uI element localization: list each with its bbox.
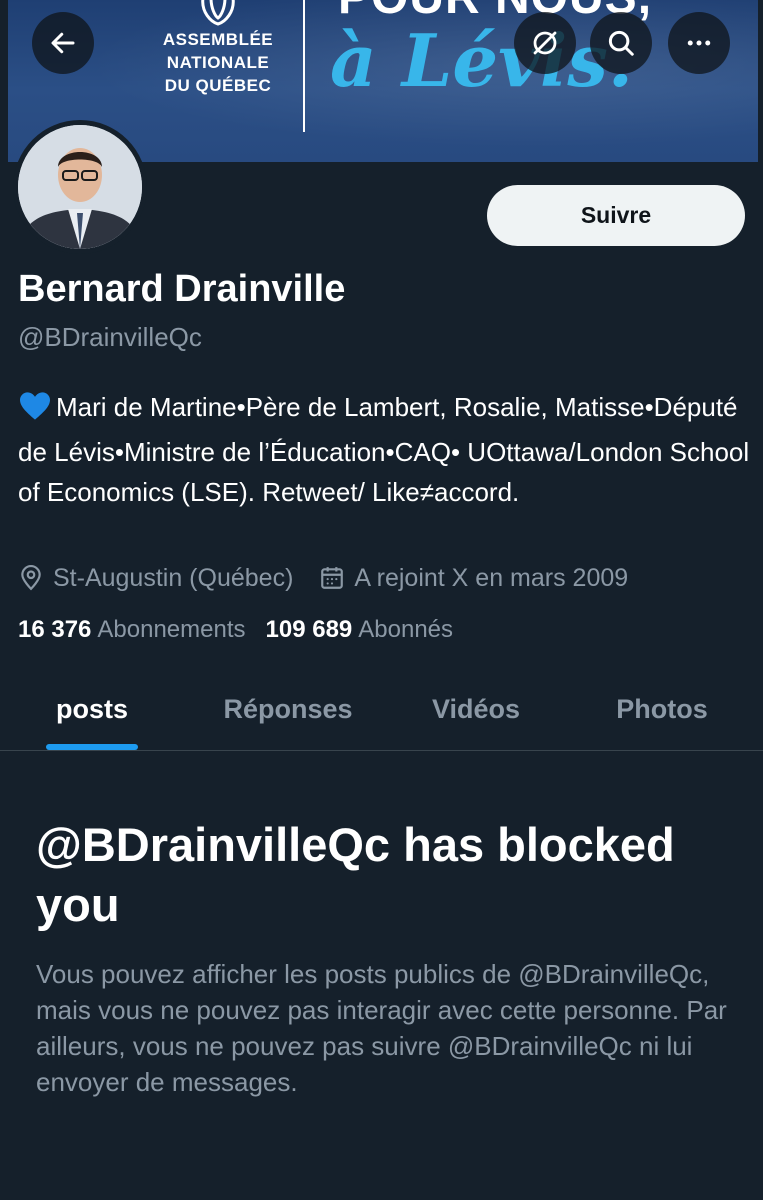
profile-handle: @BDrainvilleQc (18, 322, 202, 352)
blocked-description: Vous pouvez afficher les posts publics d… (36, 959, 727, 1097)
tab-replies[interactable]: Réponses (200, 668, 376, 750)
profile-bio: Mari de Martine•Père de Lambert, Rosalie… (18, 387, 753, 512)
slashed-circle-icon (533, 31, 557, 55)
location: St-Augustin (Québec) (18, 564, 293, 593)
follow-button[interactable]: Suivre (487, 185, 745, 246)
search-button[interactable] (590, 12, 652, 74)
arrow-left-icon (51, 32, 75, 54)
location-pin-icon (18, 565, 44, 591)
tab-videos[interactable]: Vidéos (400, 668, 552, 750)
tab-posts[interactable]: posts (30, 668, 154, 750)
more-horizontal-icon (687, 40, 711, 46)
profile-meta: St-Augustin (Québec) A rejoint X en mars… (18, 560, 654, 596)
grok-button[interactable] (514, 12, 576, 74)
fleur-logo-icon (201, 0, 235, 26)
blue-heart-icon (18, 391, 52, 432)
followers-label: Abonnés (358, 616, 454, 643)
bio-text: Mari de Martine•Père de Lambert, Rosalie… (18, 392, 750, 507)
joined-date: A rejoint X en mars 2009 (319, 564, 628, 593)
following-link[interactable]: 16 376 Abonnements (18, 616, 246, 644)
followers-count: 109 689 (265, 616, 353, 643)
back-button[interactable] (32, 12, 94, 74)
follow-counts: 16 376 Abonnements 109 689 Abonnés (18, 616, 473, 644)
active-tab-indicator (46, 744, 138, 750)
location-text: St-Augustin (Québec) (53, 563, 294, 592)
blocked-title: @BDrainvilleQc has blocked you (36, 818, 675, 931)
banner-divider (303, 0, 305, 132)
search-icon (608, 30, 634, 56)
more-button[interactable] (668, 12, 730, 74)
logo-line-1: ASSEMBLÉE (162, 30, 274, 49)
logo-line-2: NATIONALE (166, 53, 270, 72)
following-count: 16 376 (18, 616, 92, 643)
profile-tabs: posts Réponses Vidéos Photos (0, 668, 763, 751)
avatar-photo (18, 125, 142, 249)
assemblee-nationale-logo: ASSEMBLÉE NATIONALE DU QUÉBEC (133, 0, 303, 113)
calendar-icon (319, 565, 345, 591)
joined-text: A rejoint X en mars 2009 (354, 563, 629, 592)
banner-headline-script: à Lévis. (330, 18, 633, 103)
followers-link[interactable]: 109 689 Abonnés (266, 616, 454, 644)
avatar[interactable] (13, 120, 147, 254)
tab-photos[interactable]: Photos (590, 668, 734, 750)
following-label: Abonnements (97, 616, 246, 643)
profile-name: Bernard Drainville (18, 268, 346, 310)
logo-line-3: DU QUÉBEC (164, 76, 272, 95)
